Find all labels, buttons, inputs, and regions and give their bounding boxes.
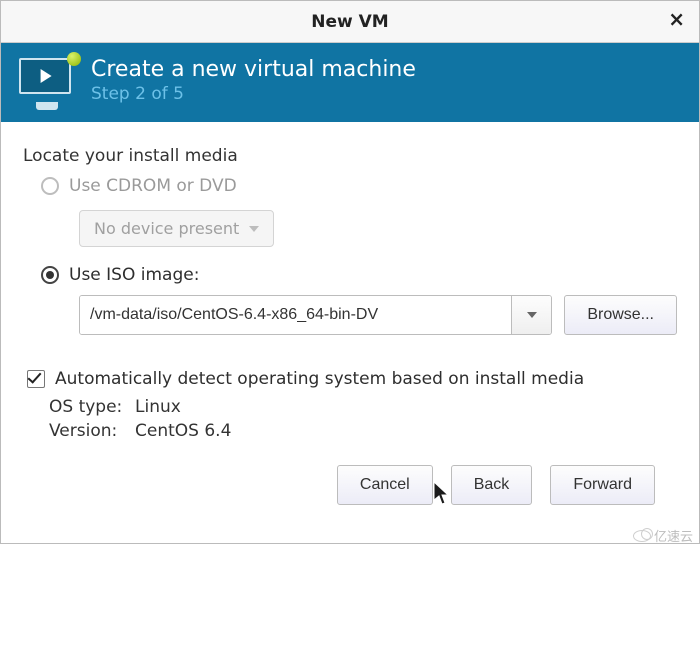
wizard-banner: Create a new virtual machine Step 2 of 5 xyxy=(1,43,699,122)
option-iso-label: Use ISO image: xyxy=(69,265,199,285)
autodetect-row[interactable]: Automatically detect operating system ba… xyxy=(27,369,677,389)
option-iso-row[interactable]: Use ISO image: xyxy=(41,265,677,285)
version-row: Version: CentOS 6.4 xyxy=(49,421,677,441)
window-title: New VM xyxy=(311,12,388,32)
radio-cdrom[interactable] xyxy=(41,177,59,195)
option-cdrom-row[interactable]: Use CDROM or DVD xyxy=(41,176,677,196)
os-type-value: Linux xyxy=(135,397,181,417)
close-icon[interactable]: × xyxy=(668,9,685,29)
autodetect-label: Automatically detect operating system ba… xyxy=(55,369,584,389)
iso-path-dropdown-button[interactable] xyxy=(511,296,551,334)
autodetect-checkbox[interactable] xyxy=(27,370,45,388)
version-value: CentOS 6.4 xyxy=(135,421,231,441)
cdrom-device-combobox: No device present xyxy=(79,210,274,247)
iso-path-field xyxy=(79,295,552,335)
version-label: Version: xyxy=(49,421,135,441)
dialog-footer: Cancel Back Forward xyxy=(23,445,677,527)
forward-button[interactable]: Forward xyxy=(550,465,655,505)
vm-monitor-icon xyxy=(19,58,75,104)
dialog-window: New VM × Create a new virtual machine St… xyxy=(0,0,700,544)
banner-heading: Create a new virtual machine xyxy=(91,57,416,82)
back-button[interactable]: Back xyxy=(451,465,533,505)
dialog-body: Locate your install media Use CDROM or D… xyxy=(1,122,699,543)
iso-path-input[interactable] xyxy=(80,296,511,334)
cdrom-device-text: No device present xyxy=(94,219,239,238)
chevron-down-icon xyxy=(527,312,537,318)
chevron-down-icon xyxy=(249,226,259,232)
os-type-row: OS type: Linux xyxy=(49,397,677,417)
banner-step: Step 2 of 5 xyxy=(91,84,416,104)
option-cdrom-label: Use CDROM or DVD xyxy=(69,176,237,196)
radio-iso[interactable] xyxy=(41,266,59,284)
cancel-button[interactable]: Cancel xyxy=(337,465,433,505)
titlebar: New VM × xyxy=(1,1,699,43)
os-type-label: OS type: xyxy=(49,397,135,417)
browse-button[interactable]: Browse... xyxy=(564,295,677,335)
locate-media-label: Locate your install media xyxy=(23,146,677,166)
